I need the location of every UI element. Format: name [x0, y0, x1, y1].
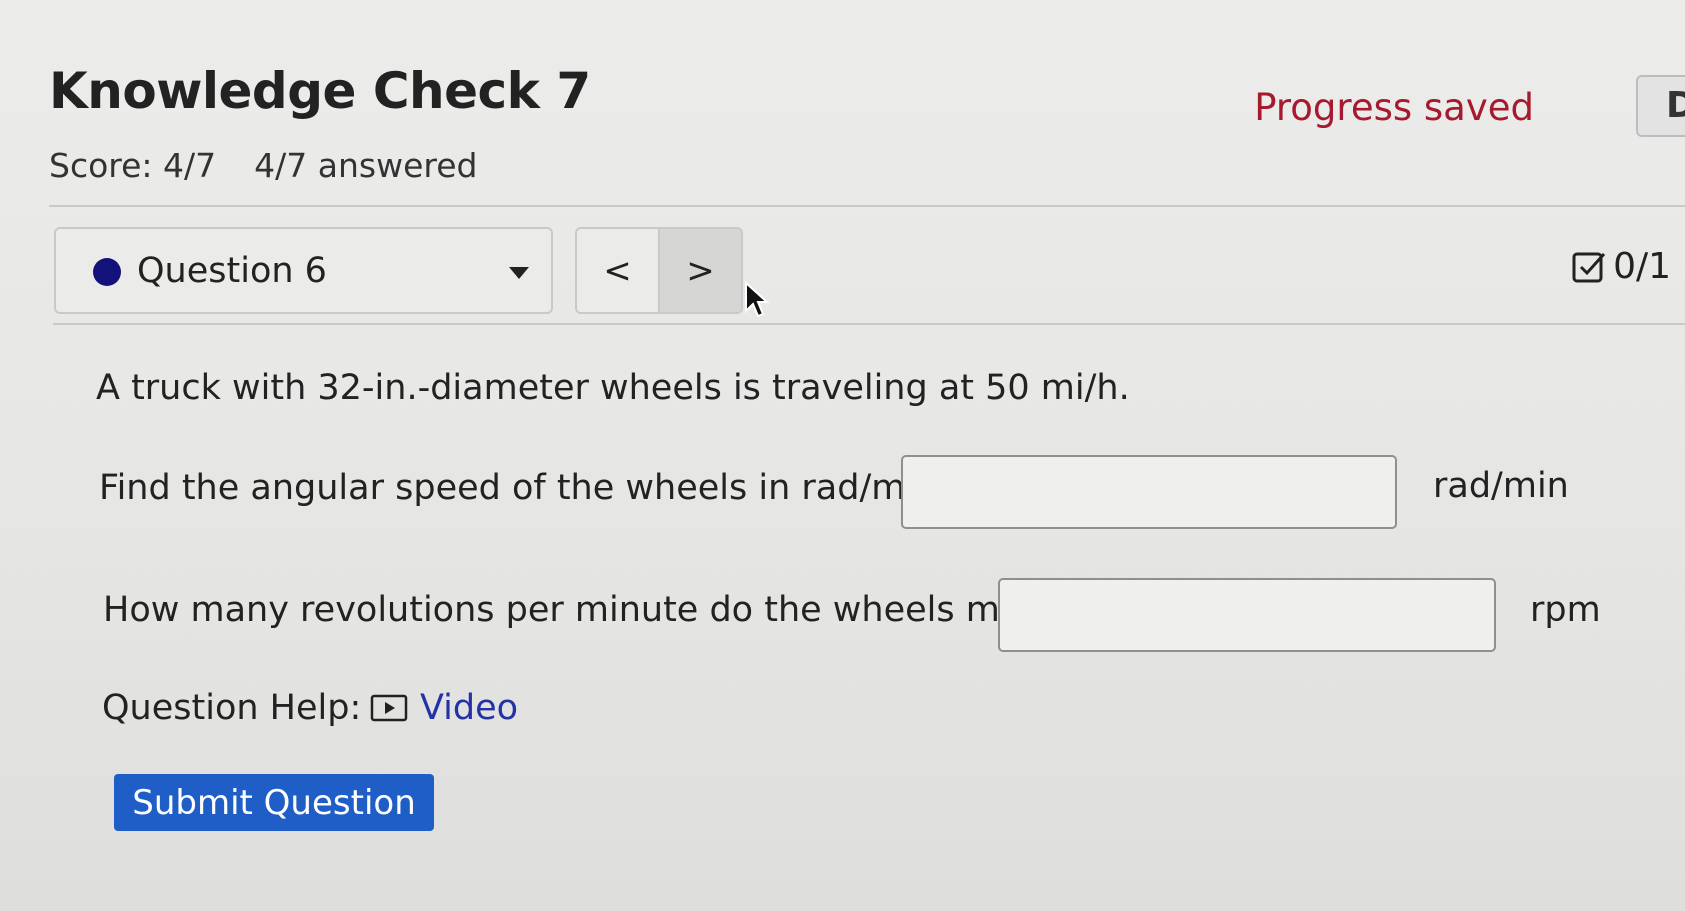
prev-question-button[interactable]: < — [577, 229, 660, 312]
question-selector[interactable]: Question 6 — [54, 227, 553, 314]
details-button[interactable]: D — [1636, 75, 1685, 137]
question-pager: < > — [575, 227, 743, 314]
next-question-button[interactable]: > — [660, 229, 741, 312]
points-indicator: 0/1 — [1571, 246, 1671, 287]
part1-unit: rad/min — [1433, 466, 1569, 506]
question-selector-label: Question 6 — [137, 251, 327, 291]
play-video-icon — [370, 694, 408, 722]
angular-speed-input[interactable] — [901, 455, 1397, 529]
page-title: Knowledge Check 7 — [49, 62, 591, 120]
caret-down-icon — [509, 267, 529, 279]
submit-question-button[interactable]: Submit Question — [114, 774, 434, 831]
divider — [49, 205, 1685, 207]
progress-status: Progress saved — [1254, 86, 1534, 129]
mouse-cursor-icon — [745, 281, 770, 318]
divider — [53, 323, 1685, 325]
video-link-label: Video — [420, 688, 519, 728]
chevron-left-icon: < — [603, 250, 632, 291]
part2-label: How many revolutions per minute do the w… — [103, 590, 1081, 630]
part1-label: Find the angular speed of the wheels in … — [99, 468, 950, 508]
checkbox-icon — [1572, 252, 1606, 282]
answered-text: 4/7 answered — [254, 146, 478, 185]
video-help-link[interactable]: Video — [370, 688, 518, 728]
question-help-label: Question Help: — [102, 688, 362, 728]
chevron-right-icon: > — [686, 250, 715, 291]
score-text: Score: 4/7 — [49, 146, 217, 185]
rpm-input[interactable] — [998, 578, 1496, 652]
score-line: Score: 4/7 4/7 answered — [49, 146, 515, 185]
status-dot-icon — [93, 258, 121, 286]
points-text: 0/1 — [1613, 246, 1671, 287]
question-prompt: A truck with 32-in.-diameter wheels is t… — [96, 368, 1130, 408]
part2-unit: rpm — [1530, 590, 1601, 630]
